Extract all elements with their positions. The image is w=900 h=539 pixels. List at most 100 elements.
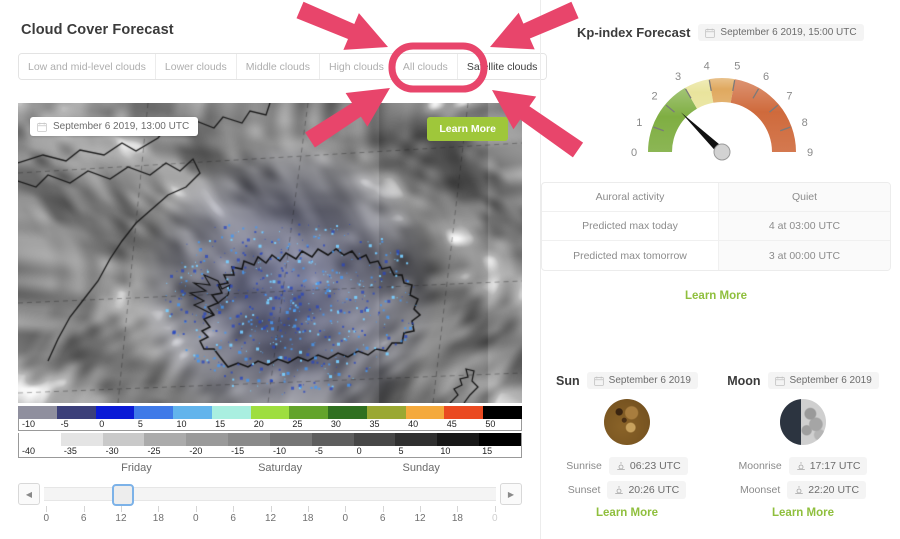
timeline-hour-label: 0 [492, 513, 498, 524]
sun-learn-more-link[interactable]: Learn More [539, 507, 715, 519]
scale-tick-label: -30 [106, 445, 119, 457]
kp-index-gauge: 0123456789 [597, 52, 847, 172]
table-row: Predicted max tomorrow3 at 00:00 UTC [542, 241, 890, 270]
sun-row-value: 20:26 UTC [607, 481, 686, 499]
scale-tick-label: 35 [370, 418, 380, 430]
scale-tick-label: 0 [99, 418, 104, 430]
gauge-tick-label: 0 [631, 147, 637, 159]
timeline-day-label: Sunday [403, 462, 440, 474]
scale-tick-label: 5 [138, 418, 143, 430]
gauge-hub [714, 144, 730, 160]
gauge-tick-label: 1 [636, 117, 642, 129]
scale-tick-label: 40 [408, 418, 418, 430]
rise-set-icon [794, 485, 804, 495]
list-item: Moonrise 17:17 UTC [715, 457, 891, 475]
kp-title: Kp-index Forecast [577, 25, 690, 40]
sun-disc-image [604, 399, 650, 445]
gauge-tick-label: 2 [652, 90, 658, 102]
satellite-cloud-map[interactable]: September 6 2019, 13:00 UTC Learn More [18, 103, 522, 403]
moon-times: Moonrise 17:17 UTCMoonset 22:20 UTC [715, 457, 891, 499]
list-item: Sunset 20:26 UTC [539, 481, 715, 499]
scale-tick-label: 15 [215, 418, 225, 430]
kp-learn-more-link[interactable]: Learn More [541, 290, 891, 302]
timeline-hour-label: 12 [265, 513, 276, 524]
timeline-hour-label: 0 [342, 513, 348, 524]
cloud-type-tabs[interactable]: Low and mid-level cloudsLower cloudsMidd… [18, 53, 547, 80]
scale-tick-label: -5 [315, 445, 323, 457]
scale-tick-label: -40 [22, 445, 35, 457]
moon-row-value: 17:17 UTC [789, 457, 868, 475]
forecast-timeline[interactable]: FridaySaturdaySunday ◀ ▶ 061218061218061… [18, 462, 522, 529]
cloud-cover-panel: Cloud Cover Forecast Low and mid-level c… [0, 0, 540, 539]
kp-row-label: Predicted max today [542, 212, 718, 240]
calendar-icon [705, 28, 715, 38]
sun-row-label: Sunset [568, 484, 601, 496]
sun-date-badge: September 6 2019 [587, 372, 698, 389]
page-title: Cloud Cover Forecast [21, 22, 174, 38]
timeline-tick [345, 506, 346, 512]
calendar-icon [775, 376, 785, 386]
sun-row-value: 06:23 UTC [609, 457, 688, 475]
timeline-next-button[interactable]: ▶ [500, 483, 522, 505]
scale-tick-label: 25 [292, 418, 302, 430]
tab-low-and-mid-level-clouds[interactable]: Low and mid-level clouds [19, 54, 156, 79]
timeline-tick [121, 506, 122, 512]
gauge-tick-label: 3 [675, 71, 681, 83]
timeline-slider[interactable]: ◀ ▶ [18, 482, 522, 506]
map-timestamp-badge: September 6 2019, 13:00 UTC [30, 117, 198, 136]
tab-high-clouds[interactable]: High clouds [320, 54, 394, 79]
moon-shadow [780, 399, 801, 445]
space-weather-panel: Kp-index Forecast September 6 2019, 15:0… [541, 0, 900, 539]
map-image [18, 103, 522, 403]
calendar-icon [594, 376, 604, 386]
kp-date-text: September 6 2019, 15:00 UTC [720, 27, 856, 38]
timeline-tick [308, 506, 309, 512]
list-item: Sunrise 06:23 UTC [539, 457, 715, 475]
kp-row-label: Predicted max tomorrow [542, 241, 718, 270]
sun-row-value-text: 06:23 UTC [630, 460, 681, 472]
gauge-tick-label: 8 [802, 117, 808, 129]
moon-header: Moon September 6 2019 [715, 372, 891, 389]
timeline-hour-label: 0 [193, 513, 199, 524]
timeline-day-label: Saturday [258, 462, 302, 474]
timeline-slider-track[interactable] [44, 487, 496, 501]
timeline-hour-label: 12 [414, 513, 425, 524]
moon-phase-image [780, 399, 826, 445]
tab-all-clouds[interactable]: All clouds [394, 54, 458, 79]
timeline-tick [495, 506, 496, 512]
scale-tick-label: 0 [357, 445, 362, 457]
page-root: Cloud Cover Forecast Low and mid-level c… [0, 0, 900, 539]
scale-tick-label: 50 [485, 418, 495, 430]
timeline-hour-label: 6 [81, 513, 87, 524]
scale-tick-label: 30 [331, 418, 341, 430]
scale-tick-label: 45 [447, 418, 457, 430]
timeline-tick [457, 506, 458, 512]
scale-tick-label: 20 [254, 418, 264, 430]
tab-lower-clouds[interactable]: Lower clouds [156, 54, 237, 79]
scale-tick-label: -25 [148, 445, 161, 457]
moon-row-label: Moonrise [739, 460, 782, 472]
sun-row-label: Sunrise [566, 460, 602, 472]
timeline-day-labels: FridaySaturdaySunday [18, 462, 522, 480]
timeline-slider-handle[interactable] [112, 484, 134, 506]
timeline-hour-label: 18 [153, 513, 164, 524]
tab-satellite-clouds[interactable]: Satellite clouds [458, 54, 547, 79]
gauge-tick-label: 6 [763, 71, 769, 83]
gauge-tick-label: 4 [704, 60, 710, 72]
map-learn-more-button[interactable]: Learn More [427, 117, 508, 141]
sun-block: Sun September 6 2019 Sunrise 06:23 UTCSu… [539, 372, 715, 519]
table-row: Predicted max today4 at 03:00 UTC [542, 212, 890, 241]
timeline-tick [196, 506, 197, 512]
map-timestamp-text: September 6 2019, 13:00 UTC [53, 121, 189, 132]
moon-date-badge: September 6 2019 [768, 372, 879, 389]
moon-row-value-text: 17:17 UTC [810, 460, 861, 472]
scale-tick-label: 15 [482, 445, 492, 457]
gauge-tick-label: 5 [734, 60, 740, 72]
tab-middle-clouds[interactable]: Middle clouds [237, 54, 320, 79]
timeline-prev-button[interactable]: ◀ [18, 483, 40, 505]
scale-tick-label: -35 [64, 445, 77, 457]
moon-row-value: 22:20 UTC [787, 481, 866, 499]
moon-learn-more-link[interactable]: Learn More [715, 507, 891, 519]
timeline-hour-label: 12 [115, 513, 126, 524]
scale-tick-label: -10 [22, 418, 35, 430]
